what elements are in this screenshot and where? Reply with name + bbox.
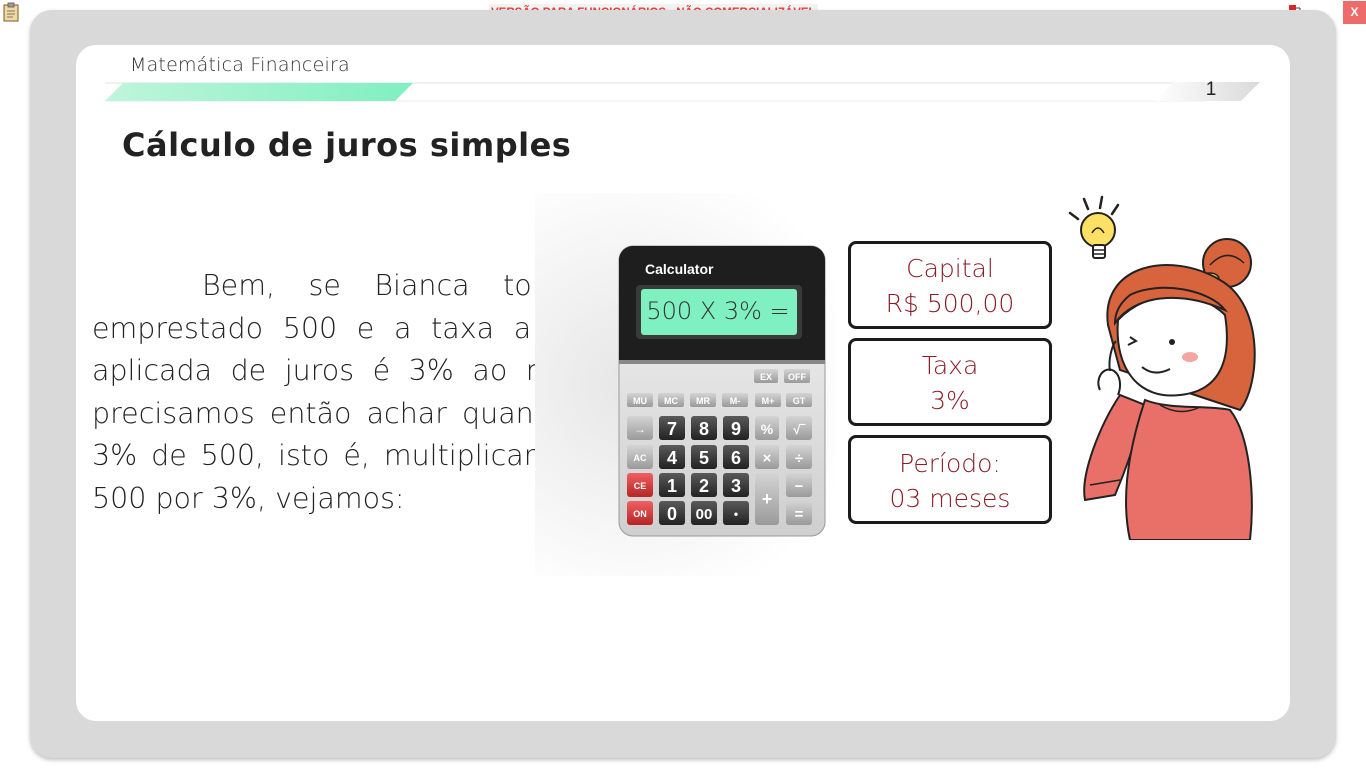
key-on: ON (633, 509, 647, 519)
slide-title: Cálculo de juros simples (122, 126, 572, 164)
key-1: 1 (667, 476, 677, 496)
taxa-label: Taxa (921, 351, 979, 380)
key-ex: EX (760, 372, 772, 382)
key-mminus: M- (730, 396, 741, 406)
lightbulb-icon (1068, 195, 1120, 259)
header-rule (105, 82, 1260, 102)
close-button[interactable]: X (1343, 1, 1366, 24)
taxa-box: Taxa 3% (848, 338, 1052, 426)
key-3: 3 (731, 476, 741, 496)
thinking-girl-illustration (1068, 195, 1256, 540)
body-paragraph: Bem, se Bianca tomou emprestado 500 e a … (92, 269, 595, 515)
key-dot: • (734, 507, 738, 521)
key-arrow: → (634, 422, 646, 436)
calculator-display: 500 X 3% = (646, 297, 790, 325)
calculator-illustration: EX OFF MU MC MR M- M+ GT → 7 8 9 % √‾ AC… (618, 245, 826, 537)
key-4: 4 (667, 448, 677, 468)
key-equals: = (795, 506, 804, 523)
key-off: OFF (788, 372, 806, 382)
key-5: 5 (699, 448, 709, 468)
key-00: 00 (696, 506, 713, 523)
key-2: 2 (699, 476, 709, 496)
key-9: 9 (731, 419, 741, 439)
capital-value: R$ 500,00 (885, 289, 1015, 318)
taxa-value: 3% (930, 386, 970, 415)
key-0: 0 (667, 504, 677, 524)
key-mr: MR (696, 396, 710, 406)
key-ce: CE (634, 481, 647, 491)
calculator-brand: Calculator (645, 261, 714, 277)
clipboard-icon[interactable] (3, 2, 19, 22)
key-mu: MU (633, 396, 647, 406)
key-plus: + (762, 489, 773, 509)
periodo-label: Período: (899, 449, 1001, 478)
key-gt: GT (793, 396, 806, 406)
key-multiply: × (763, 450, 772, 467)
page-number: 1 (1205, 79, 1217, 100)
periodo-value: 03 meses (889, 484, 1011, 513)
key-percent: % (761, 421, 774, 437)
key-minus: − (795, 478, 804, 495)
key-8: 8 (699, 419, 709, 439)
capital-box: Capital R$ 500,00 (848, 241, 1052, 329)
key-divide: ÷ (795, 450, 803, 467)
key-ac: AC (634, 453, 647, 463)
key-mplus: M+ (762, 396, 775, 406)
capital-label: Capital (906, 254, 994, 283)
periodo-box: Período: 03 meses (848, 435, 1052, 524)
key-6: 6 (731, 448, 741, 468)
key-sqrt: √‾ (793, 422, 806, 437)
key-7: 7 (667, 419, 677, 439)
subject-label: Matemática Financeira (130, 54, 350, 76)
key-mc: MC (664, 396, 678, 406)
